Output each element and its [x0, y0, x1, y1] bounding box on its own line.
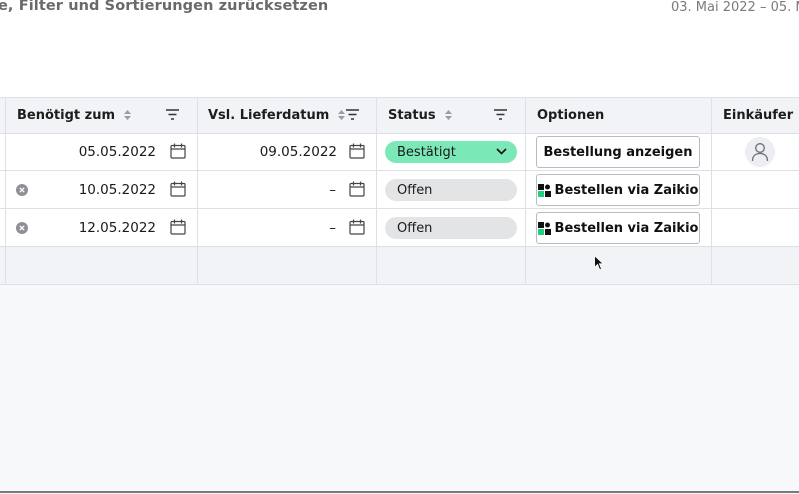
zaikio-logo-icon	[537, 183, 551, 197]
table-header: Benötigt zum Vsl. Lieferdatum Status Opt…	[0, 97, 799, 133]
needed-by-date: 12.05.2022	[78, 220, 156, 236]
needed-by-date: 10.05.2022	[78, 182, 156, 198]
calendar-icon[interactable]	[170, 143, 186, 159]
calendar-icon[interactable]	[349, 143, 365, 159]
button-label: Bestellen via Zaikio	[554, 182, 699, 198]
sort-icon[interactable]	[123, 109, 132, 121]
calendar-icon[interactable]	[170, 219, 186, 235]
chevron-down-icon	[496, 148, 507, 155]
status-label: Offen	[397, 182, 433, 198]
table-row: 05.05.2022 09.05.2022 Bestätigt Bestellu…	[0, 133, 799, 170]
column-label: Status	[388, 107, 436, 123]
table-row: 10.05.2022 – Offen Bestellen via Zaikio	[0, 171, 799, 208]
delivery-date: –	[329, 220, 336, 236]
view-order-button[interactable]: Bestellung anzeigen	[536, 136, 700, 168]
sort-icon[interactable]	[444, 109, 453, 121]
column-header-options: Optionen	[537, 97, 604, 133]
status-label: Bestätigt	[397, 144, 456, 160]
status-badge: Offen	[385, 217, 517, 239]
button-label: Bestellen via Zaikio	[554, 220, 699, 236]
column-label: Vsl. Lieferdatum	[208, 107, 330, 123]
reset-filters-link[interactable]: e, Filter und Sortierungen zurücksetzen	[0, 0, 328, 14]
zaikio-logo-icon	[537, 221, 551, 235]
delivery-date: 09.05.2022	[259, 144, 337, 160]
status-dropdown[interactable]: Bestätigt	[385, 141, 517, 163]
sort-icon[interactable]	[337, 109, 346, 121]
filter-icon[interactable]	[494, 109, 507, 120]
column-header-delivery-date[interactable]: Vsl. Lieferdatum	[208, 97, 346, 133]
button-label: Bestellung anzeigen	[543, 144, 693, 160]
column-label: Einkäufer	[723, 107, 794, 123]
clear-icon[interactable]	[16, 184, 28, 196]
column-label: Benötigt zum	[17, 107, 115, 123]
needed-by-date: 05.05.2022	[78, 144, 156, 160]
filter-icon[interactable]	[166, 109, 179, 120]
cursor-icon	[594, 255, 604, 271]
date-range-label[interactable]: 03. Mai 2022 – 05. Ma	[671, 0, 799, 15]
toolbar: e, Filter und Sortierungen zurücksetzen …	[0, 0, 799, 98]
column-header-status[interactable]: Status	[388, 97, 453, 133]
column-header-buyer[interactable]: Einkäufer	[723, 97, 799, 133]
table-row: 12.05.2022 – Offen Bestellen via Zaikio	[0, 209, 799, 246]
clear-icon[interactable]	[16, 222, 28, 234]
table-empty-row	[0, 247, 799, 284]
status-label: Offen	[397, 220, 433, 236]
calendar-icon[interactable]	[349, 219, 365, 235]
order-via-zaikio-button[interactable]: Bestellen via Zaikio	[536, 212, 700, 244]
delivery-date: –	[329, 182, 336, 198]
user-icon	[751, 143, 769, 162]
buyer-avatar[interactable]	[745, 137, 775, 167]
calendar-icon[interactable]	[349, 181, 365, 197]
order-via-zaikio-button[interactable]: Bestellen via Zaikio	[536, 174, 700, 206]
column-header-needed-by[interactable]: Benötigt zum	[17, 97, 132, 133]
column-label: Optionen	[537, 107, 605, 123]
calendar-icon[interactable]	[170, 181, 186, 197]
bottom-border	[0, 491, 799, 493]
filter-icon[interactable]	[346, 109, 359, 120]
status-badge: Offen	[385, 179, 517, 201]
